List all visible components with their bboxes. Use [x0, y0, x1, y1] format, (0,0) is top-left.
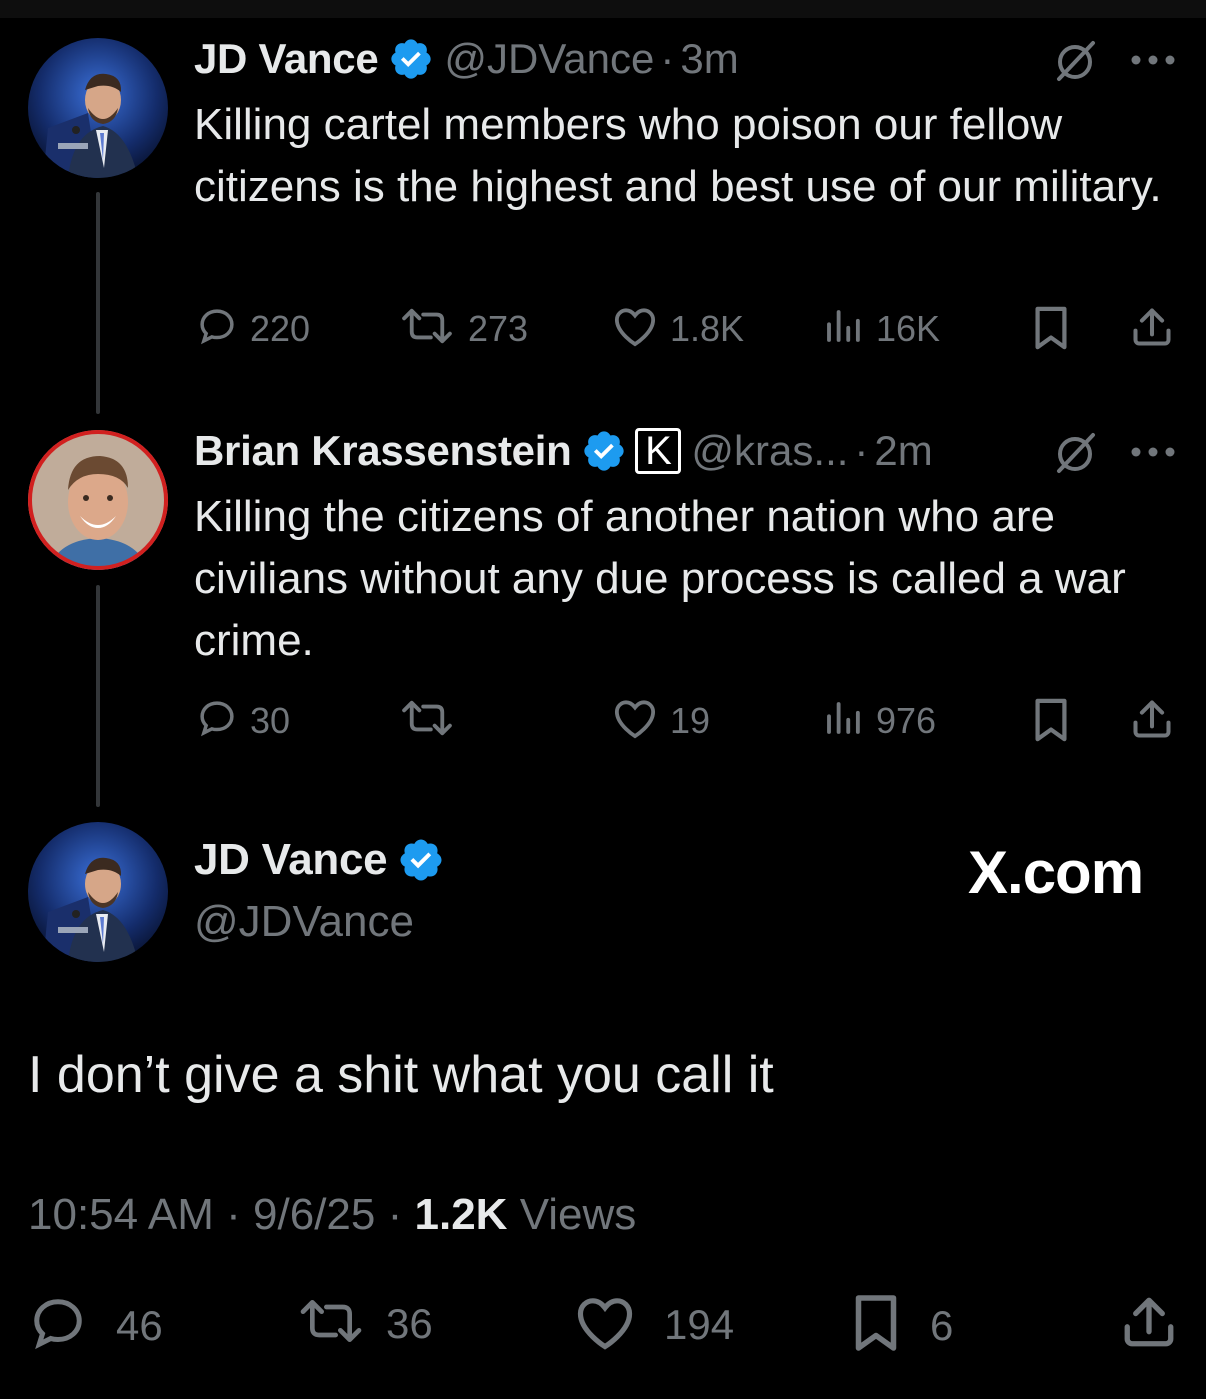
tweet2-header: Brian Krassenstein K @kras... · 2m	[194, 426, 933, 476]
repost-icon	[296, 1293, 366, 1354]
bookmark-button[interactable]: 6	[850, 1293, 953, 1358]
tweet-text: Killing cartel members who poison our fe…	[194, 100, 1162, 211]
top-edge	[0, 0, 1206, 18]
bookmark-icon	[850, 1293, 902, 1358]
bookmark-icon	[1030, 697, 1072, 748]
views-button[interactable]: 16K	[822, 305, 940, 352]
verified-badge-icon	[388, 36, 434, 82]
separator: ·	[854, 427, 869, 474]
bookmark-button[interactable]	[1030, 697, 1072, 748]
tweet-meta: 10:54 AM · 9/6/25 · 1.2K Views	[28, 1190, 636, 1240]
reply-icon	[196, 697, 238, 744]
share-button[interactable]	[1130, 305, 1174, 354]
repost-button[interactable]: 273	[398, 305, 528, 352]
share-button[interactable]	[1120, 1293, 1178, 1356]
avatar-krassenstein[interactable]	[28, 430, 168, 570]
reply-count: 220	[250, 307, 311, 349]
reply-button[interactable]: 220	[196, 305, 310, 352]
like-button[interactable]: 194	[574, 1293, 734, 1356]
views-icon	[822, 305, 864, 352]
share-icon	[1120, 1293, 1178, 1356]
like-icon	[574, 1293, 636, 1356]
bookmark-count: 6	[930, 1301, 954, 1349]
author-name[interactable]: JD Vance	[194, 835, 388, 885]
views-count: 976	[876, 699, 937, 741]
bookmark-icon	[1030, 305, 1072, 356]
share-icon	[1130, 697, 1174, 746]
reply-button[interactable]: 46	[28, 1293, 163, 1358]
repost-icon	[398, 305, 456, 352]
share-icon	[1130, 305, 1174, 354]
main-author: JD Vance	[194, 835, 445, 885]
more-icon[interactable]	[1128, 40, 1178, 80]
more-icon[interactable]	[1128, 432, 1178, 472]
grok-icon[interactable]	[1050, 428, 1100, 478]
author-name[interactable]: JD Vance	[194, 35, 379, 83]
repost-button[interactable]: 36	[296, 1293, 433, 1354]
repost-icon	[398, 697, 456, 744]
reply-icon	[196, 305, 238, 352]
thread-line	[96, 585, 100, 807]
share-button[interactable]	[1130, 697, 1174, 746]
author-handle[interactable]: @JDVance	[444, 35, 654, 83]
author-handle[interactable]: @JDVance	[194, 897, 414, 947]
verified-badge-icon	[581, 428, 627, 474]
like-count: 1.8K	[670, 307, 745, 349]
like-icon	[612, 305, 658, 352]
views-label: Views	[519, 1190, 637, 1239]
repost-button[interactable]	[398, 697, 468, 744]
like-button[interactable]: 1.8K	[612, 305, 744, 352]
like-icon	[612, 697, 658, 744]
thread-line	[96, 192, 100, 414]
like-count: 19	[670, 699, 711, 741]
repost-count: 36	[386, 1299, 433, 1347]
reply-count: 46	[116, 1301, 163, 1349]
like-count: 194	[664, 1300, 735, 1348]
tweet-text: Killing the citizens of another nation w…	[194, 492, 1126, 665]
post-date[interactable]: 9/6/25	[253, 1190, 375, 1239]
tweet-text: I don’t give a shit what you call it	[28, 1046, 774, 1104]
views-icon	[822, 697, 864, 744]
affiliate-badge-letter: K	[645, 429, 672, 473]
verified-badge-icon	[397, 836, 445, 884]
repost-count: 273	[468, 307, 529, 349]
reply-count: 30	[250, 699, 291, 741]
post-time[interactable]: 10:54 AM	[28, 1190, 214, 1239]
avatar-jdvance[interactable]	[28, 38, 168, 178]
separator: ·	[660, 35, 675, 82]
separator: ·	[226, 1190, 241, 1239]
author-name[interactable]: Brian Krassenstein	[194, 427, 572, 475]
author-handle[interactable]: @kras...	[691, 427, 848, 475]
separator: ·	[387, 1190, 403, 1239]
views-button[interactable]: 976	[822, 697, 936, 744]
bookmark-button[interactable]	[1030, 305, 1072, 356]
reply-button[interactable]: 30	[196, 697, 290, 744]
grok-icon[interactable]	[1050, 36, 1100, 86]
views-count: 1.2K	[414, 1190, 508, 1239]
views-count: 16K	[876, 307, 941, 349]
tweet1-header: JD Vance @JDVance · 3m	[194, 34, 739, 84]
reply-icon	[28, 1293, 88, 1358]
like-button[interactable]: 19	[612, 697, 710, 744]
avatar-jdvance[interactable]	[28, 822, 168, 962]
timestamp[interactable]: 2m	[874, 427, 932, 475]
xcom-watermark: X.com	[968, 839, 1144, 906]
affiliate-badge[interactable]: K	[635, 428, 682, 474]
timestamp[interactable]: 3m	[680, 35, 738, 83]
